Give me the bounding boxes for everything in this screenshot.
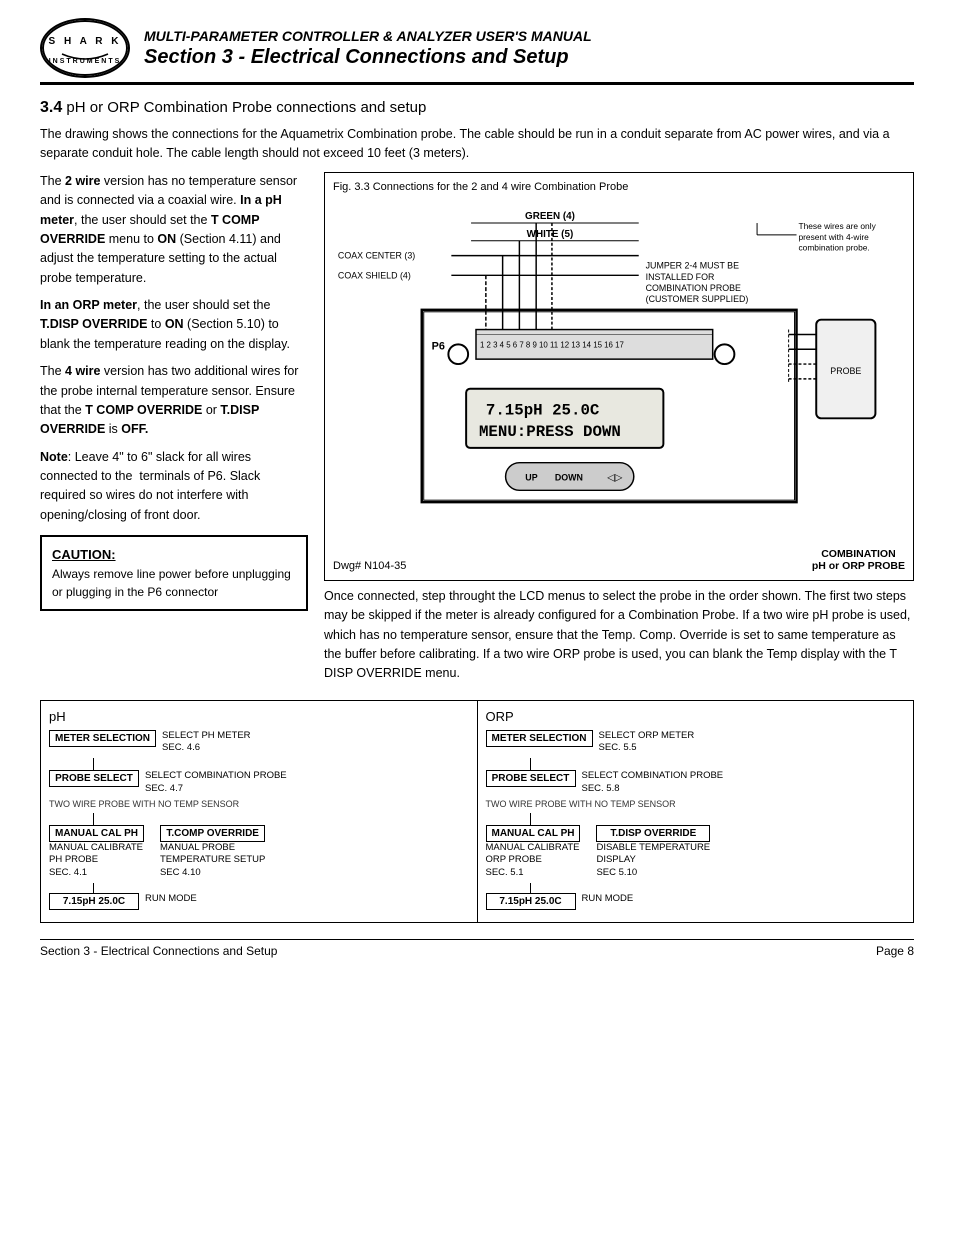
svg-text:INSTRUMENTS: INSTRUMENTS	[49, 58, 122, 65]
ph-meter-row: METER SELECTION SELECT PH METERSEC. 4.6	[49, 730, 469, 755]
svg-text:1 2 3 4 5 6 7 8 9 10 1: 1 2 3 4 5 6 7 8 9 10 11 12 13 14 15 16 1…	[480, 340, 624, 349]
ph-flow: pH METER SELECTION SELECT PH METERSEC. 4…	[41, 701, 478, 922]
ph-flow-title: pH	[49, 709, 469, 724]
ph-run-mode: RUN MODE	[145, 893, 197, 905]
figure-caption: Fig. 3.3 Connections for the 2 and 4 wir…	[333, 181, 905, 193]
ph-meter-selection-box: METER SELECTION	[49, 730, 156, 747]
svg-text:COMBINATION PROBE: COMBINATION PROBE	[646, 283, 741, 293]
left-text-2: In an ORP meter, the user should set the…	[40, 296, 308, 354]
logo: S H A R K INSTRUMENTS	[40, 18, 130, 78]
left-text-1: The 2 wire version has no temperature se…	[40, 172, 308, 288]
svg-text:S H A R K: S H A R K	[49, 36, 122, 47]
orp-cal-row: MANUAL CAL PH MANUAL CALIBRATEORP PROBES…	[486, 825, 906, 879]
orp-meter-row: METER SELECTION SELECT ORP METERSEC. 5.5	[486, 730, 906, 755]
svg-text:present with 4-wire: present with 4-wire	[798, 232, 869, 242]
orp-run-mode: RUN MODE	[582, 893, 634, 905]
right-column: Fig. 3.3 Connections for the 2 and 4 wir…	[324, 172, 914, 684]
ph-tcomp-box: T.COMP OVERRIDE	[160, 825, 265, 842]
main-content: The 2 wire version has no temperature se…	[40, 172, 914, 684]
svg-text:UP: UP	[525, 472, 537, 482]
svg-text:COAX CENTER (3): COAX CENTER (3)	[338, 250, 415, 260]
ph-run-box: 7.15pH 25.0C	[49, 893, 139, 910]
orp-meter-selection-box: METER SELECTION	[486, 730, 593, 747]
orp-run-box: 7.15pH 25.0C	[486, 893, 576, 910]
svg-text:P6: P6	[432, 340, 445, 352]
ph-cal-row: MANUAL CAL PH MANUAL CALIBRATEPH PROBESE…	[49, 825, 469, 879]
svg-text:WHITE (5): WHITE (5)	[527, 229, 574, 240]
ph-manual-cal-box: MANUAL CAL PH	[49, 825, 144, 842]
orp-tdisp-note: DISABLE TEMPERATUREDISPLAYSEC 5.10	[596, 842, 710, 879]
section-heading: 3.4 pH or ORP Combination Probe connecti…	[40, 99, 914, 117]
svg-text:COAX SHIELD (4): COAX SHIELD (4)	[338, 270, 411, 280]
svg-text:MENU:PRESS DOWN: MENU:PRESS DOWN	[479, 423, 621, 441]
header-titles: MULTI-PARAMETER CONTROLLER & ANALYZER US…	[144, 28, 914, 69]
svg-text:7.15pH 25.0C: 7.15pH 25.0C	[486, 401, 600, 419]
note-text: Note: Leave 4" to 6" slack for all wires…	[40, 448, 308, 526]
footer: Section 3 - Electrical Connections and S…	[40, 939, 914, 958]
wiring-diagram: GREEN (4) WHITE (5) COAX CENTER (3) COAX…	[333, 199, 905, 539]
svg-text:combination probe.: combination probe.	[798, 242, 869, 252]
svg-text:DOWN: DOWN	[555, 472, 583, 482]
ph-probe-row: PROBE SELECT SELECT COMBINATION PROBESEC…	[49, 770, 469, 795]
svg-text:PROBE: PROBE	[830, 366, 861, 376]
dwg-label: Dwg# N104-35	[333, 560, 406, 572]
orp-probe-row: PROBE SELECT SELECT COMBINATION PROBESEC…	[486, 770, 906, 795]
svg-text:(CUSTOMER SUPPLIED): (CUSTOMER SUPPLIED)	[646, 294, 749, 304]
flow-section: pH METER SELECTION SELECT PH METERSEC. 4…	[40, 700, 914, 923]
header: S H A R K INSTRUMENTS MULTI-PARAMETER CO…	[40, 18, 914, 85]
footer-left: Section 3 - Electrical Connections and S…	[40, 944, 277, 958]
section-title: Section 3 - Electrical Connections and S…	[144, 46, 914, 69]
orp-manual-cal-box: MANUAL CAL PH	[486, 825, 581, 842]
figure-box: Fig. 3.3 Connections for the 2 and 4 wir…	[324, 172, 914, 581]
orp-meter-selection-note: SELECT ORP METERSEC. 5.5	[599, 730, 695, 755]
orp-manual-cal-note: MANUAL CALIBRATEORP PROBESEC. 5.1	[486, 842, 581, 879]
orp-flow: ORP METER SELECTION SELECT ORP METERSEC.…	[478, 701, 914, 922]
ph-manual-cal-note: MANUAL CALIBRATEPH PROBESEC. 4.1	[49, 842, 144, 879]
svg-text:GREEN (4): GREEN (4)	[525, 211, 575, 222]
ph-meter-selection-note: SELECT PH METERSEC. 4.6	[162, 730, 251, 755]
svg-text:INSTALLED FOR: INSTALLED FOR	[646, 272, 715, 282]
svg-text:◁▷: ◁▷	[607, 472, 623, 483]
manual-title: MULTI-PARAMETER CONTROLLER & ANALYZER US…	[144, 28, 914, 44]
left-text-3: The 4 wire version has two additional wi…	[40, 362, 308, 440]
orp-probe-select-box: PROBE SELECT	[486, 770, 576, 787]
caution-box: CAUTION: Always remove line power before…	[40, 535, 308, 611]
caution-text: Always remove line power before unpluggi…	[52, 565, 296, 601]
intro-text: The drawing shows the connections for th…	[40, 125, 914, 164]
footer-right: Page 8	[876, 944, 914, 958]
orp-wire-note: TWO WIRE PROBE WITH NO TEMP SENSOR	[486, 799, 906, 809]
left-column: The 2 wire version has no temperature se…	[40, 172, 308, 684]
desc-text: Once connected, step throught the LCD me…	[324, 587, 914, 684]
combo-probe-label: COMBINATIONpH or ORP PROBE	[812, 548, 905, 572]
caution-title: CAUTION:	[52, 545, 296, 565]
orp-flow-title: ORP	[486, 709, 906, 724]
ph-probe-select-box: PROBE SELECT	[49, 770, 139, 787]
orp-run-row: 7.15pH 25.0C RUN MODE	[486, 893, 906, 910]
ph-probe-select-note: SELECT COMBINATION PROBESEC. 4.7	[145, 770, 287, 795]
ph-wire-note: TWO WIRE PROBE WITH NO TEMP SENSOR	[49, 799, 469, 809]
svg-text:JUMPER 2-4 MUST BE: JUMPER 2-4 MUST BE	[646, 260, 739, 270]
ph-tcomp-note: MANUAL PROBETEMPERATURE SETUPSEC 4.10	[160, 842, 265, 879]
ph-run-row: 7.15pH 25.0C RUN MODE	[49, 893, 469, 910]
orp-probe-select-note: SELECT COMBINATION PROBESEC. 5.8	[582, 770, 724, 795]
orp-tdisp-box: T.DISP OVERRIDE	[596, 825, 710, 842]
svg-text:These wires are only: These wires are only	[798, 221, 876, 231]
